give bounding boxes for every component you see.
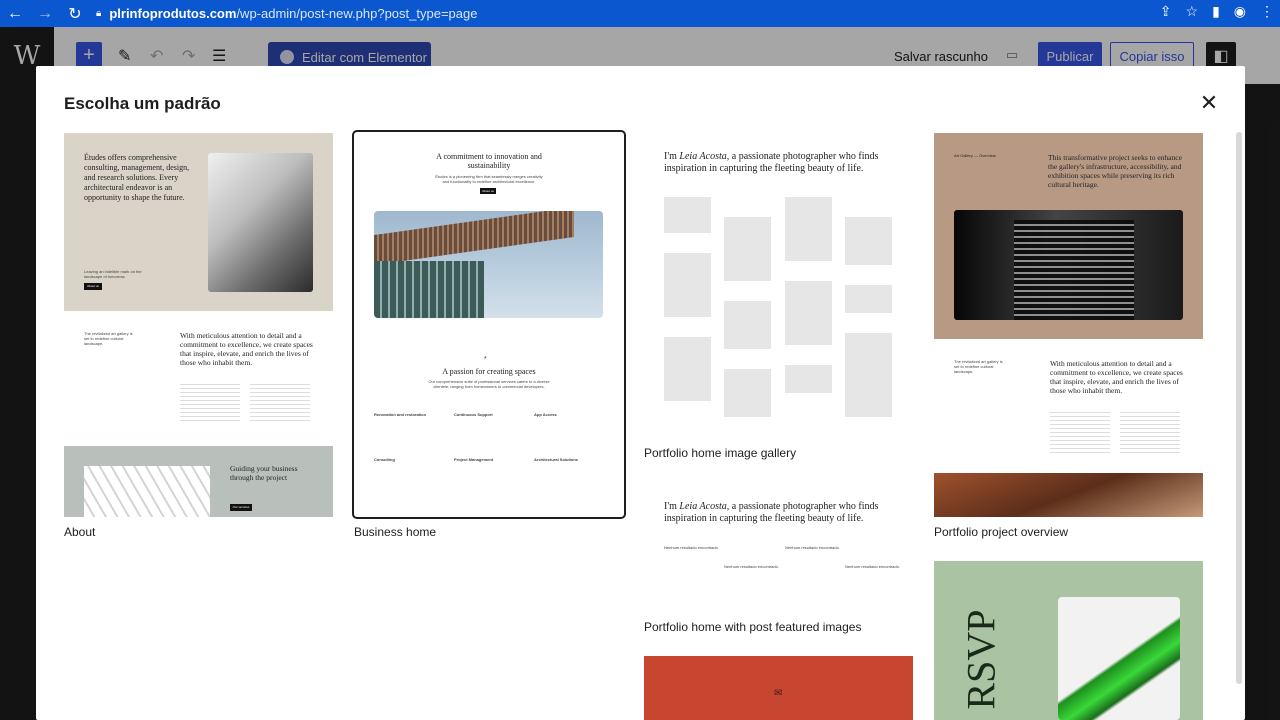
gallery-intro-prefix: I'm [664,151,680,162]
featured-no-results: Nenhum resultado encontrado. [845,564,900,569]
service-6: Architectural Solutions [534,457,579,462]
browser-toolbar: ← → ↻ 🔒︎ plrinfoprodutos.com /wp-admin/p… [0,0,1280,27]
pattern-label-business-home[interactable]: Business home [354,525,436,539]
envelope-icon: ✉ [774,688,783,699]
url-host: plrinfoprodutos.com [109,6,237,21]
overview-building-image [954,210,1183,320]
about-guide-section: Guiding your business through the projec… [64,446,333,517]
about-intro: Études offers comprehensive consulting, … [84,153,190,202]
menu-icon[interactable]: ⋮ [1260,3,1274,20]
featured-no-results: Nenhum resultado encontrado. [664,545,719,550]
featured-no-results: Nenhum resultado encontrado. [785,545,840,550]
gallery-image [664,253,711,317]
about-architecture-image [208,153,313,292]
business-button: About us [480,188,496,194]
modal-scrollbar[interactable] [1236,132,1242,684]
gallery-image [785,281,832,345]
overview-body-text-right [1120,409,1180,454]
overview-wood-image [934,473,1203,517]
url-path: /wp-admin/post-new.php?post_type=page [236,6,478,21]
gallery-image [664,197,711,233]
gallery-image [724,217,771,281]
about-body-text-right [250,381,310,421]
gallery-image [845,333,892,417]
service-4: Consulting [374,457,395,462]
featured-intro-name: Leia Acosta [679,501,727,512]
service-2: Continuous Support [454,412,493,417]
gallery-image [785,197,832,261]
asterisk-icon: * [484,356,487,363]
profile-icon[interactable]: ◉ [1234,3,1246,20]
overview-side-text: The revitalized art gallery is set to re… [954,359,1003,374]
pattern-card-about[interactable]: Études offers comprehensive consulting, … [64,133,333,517]
featured-intro-prefix: I'm [664,501,680,512]
business-building-image [374,211,603,318]
business-heading: A commitment to innovation and sustainab… [436,152,542,170]
gallery-image [724,301,771,349]
pattern-label-portfolio-gallery[interactable]: Portfolio home image gallery [644,446,796,460]
overview-heading: This transformative project seeks to enh… [1048,153,1182,189]
about-hero: Études offers comprehensive consulting, … [64,133,333,311]
rsvp-image [1058,597,1180,720]
close-icon[interactable]: ✕ [1198,92,1220,114]
about-guide-button: Our services [230,504,252,511]
pattern-card-subscribe[interactable]: ✉ [644,656,913,720]
pattern-card-business-home[interactable]: A commitment to innovation and sustainab… [352,130,626,519]
pattern-label-about[interactable]: About [64,525,95,539]
about-heading: With meticulous attention to detail and … [180,331,313,367]
pattern-label-featured-images[interactable]: Portfolio home with post featured images [644,620,861,634]
about-tagline: Leaving an indelible mark on the landsca… [84,269,142,279]
forward-icon[interactable]: → [30,5,60,23]
address-bar[interactable]: 🔒︎ plrinfoprodutos.com /wp-admin/post-ne… [96,2,1186,25]
rsvp-word: RSVP [958,609,1004,710]
service-1: Renovation and restoration [374,412,427,417]
overview-hero: Art Gallery — Overview This transformati… [934,133,1203,339]
back-icon[interactable]: ← [0,5,30,23]
overview-body-heading: With meticulous attention to detail and … [1050,359,1183,395]
overview-small-text: Art Gallery — Overview [954,153,996,158]
service-5: Project Management [454,457,494,462]
featured-intro: I'm Leia Acosta, a passionate photograph… [664,501,909,525]
modal-title: Escolha um padrão [64,94,221,113]
sidebar-icon[interactable]: ▮ [1212,3,1220,20]
gallery-image [724,369,771,417]
about-button: About us [84,283,102,290]
pattern-chooser-modal: Escolha um padrão ✕ Études offers compre… [36,66,1245,720]
overview-body-text-left [1050,409,1110,454]
pattern-label-project-overview[interactable]: Portfolio project overview [934,525,1068,539]
pattern-card-featured-images[interactable]: I'm Leia Acosta, a passionate photograph… [644,488,913,610]
overview-body: The revitalized art gallery is set to re… [934,339,1203,473]
pattern-card-rsvp[interactable]: RSVP [934,561,1203,720]
gallery-image [845,285,892,313]
pattern-card-project-overview[interactable]: Art Gallery — Overview This transformati… [934,133,1203,517]
gallery-intro: I'm Leia Acosta, a passionate photograph… [664,151,909,175]
service-3: App Access [534,412,557,417]
business-building-glass [374,261,484,318]
business-passion-sub: Our comprehensive suite of professional … [428,379,550,389]
about-side-text: The revitalized art gallery is set to re… [84,331,133,346]
about-guide-heading: Guiding your business through the projec… [230,464,298,482]
business-sub: Études is a pioneering firm that seamles… [435,174,543,184]
about-body-text-left [180,381,240,421]
reload-icon[interactable]: ↻ [60,4,90,24]
gallery-image [785,365,832,393]
about-guide-image [84,466,210,517]
about-section: The revitalized art gallery is set to re… [64,311,333,446]
business-passion-heading: A passion for creating spaces [442,367,536,376]
lock-icon: 🔒︎ [96,8,102,19]
share-icon[interactable]: ⇪ [1160,3,1172,20]
bookmark-star-icon[interactable]: ☆ [1186,3,1199,20]
gallery-image [845,217,892,265]
gallery-intro-name: Leia Acosta [679,151,727,162]
overview-building-facade [1014,220,1134,320]
business-building-roof [374,211,574,266]
gallery-image [664,337,711,401]
featured-no-results: Nenhum resultado encontrado. [724,564,779,569]
pattern-card-portfolio-gallery[interactable]: I'm Leia Acosta, a passionate photograph… [644,133,913,438]
